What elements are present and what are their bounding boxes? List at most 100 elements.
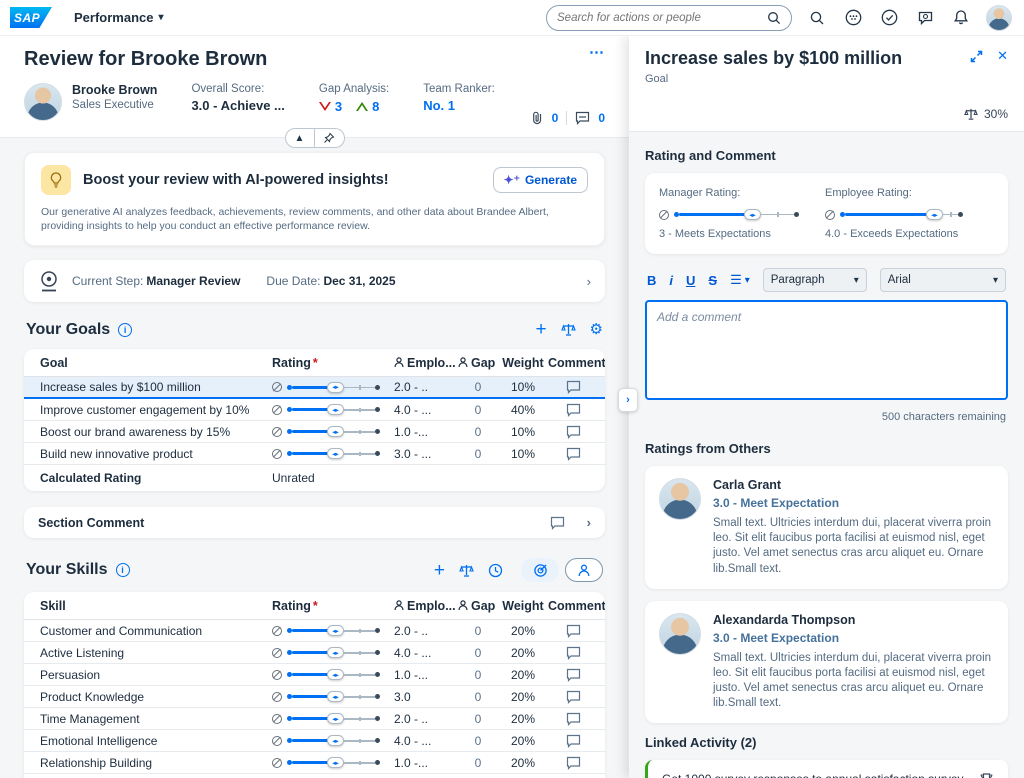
chevron-right-icon[interactable]: › [587,515,591,530]
no-rating-icon[interactable] [272,758,282,768]
comment-input[interactable] [645,300,1008,400]
rating-slider[interactable]: ◂▸ [272,691,394,702]
chevron-right-icon[interactable]: › [598,734,605,748]
no-rating-icon[interactable] [272,736,282,746]
col-weight[interactable]: Weight [498,356,548,370]
paragraph-select[interactable]: Paragraph ▾ [763,268,867,292]
attachment-icon[interactable] [530,110,544,125]
no-rating-icon[interactable] [825,210,835,220]
chevron-right-icon[interactable]: › [587,274,591,289]
slider-handle[interactable]: ◂▸ [327,713,344,724]
person-view-button[interactable] [565,558,603,582]
chevron-right-icon[interactable]: › [598,624,605,638]
feedback-icon[interactable] [914,7,936,29]
comment-icon[interactable] [548,756,598,770]
scale-icon[interactable] [459,563,474,578]
table-row[interactable]: Time Management ◂▸ 2.0 - .. 0 20% › [24,708,605,730]
rating-slider[interactable]: ◂▸ [272,669,394,680]
history-icon[interactable] [488,563,503,578]
col-weight[interactable]: Weight [498,599,548,613]
list-format-button[interactable]: ☰▾ [730,272,750,288]
collapse-header-button[interactable]: ▲ [285,128,315,148]
slider-handle[interactable]: ◂▸ [327,382,344,393]
table-row[interactable]: Improve customer engagement by 10% ◂▸ 4.… [24,399,605,421]
table-row[interactable]: Product Knowledge ◂▸ 3.0 0 20% › [24,686,605,708]
chevron-right-icon[interactable]: › [598,425,605,439]
comment-icon[interactable] [548,668,598,682]
chevron-right-icon[interactable]: › [598,380,605,394]
slider-handle[interactable]: ◂▸ [327,647,344,658]
underline-button[interactable]: U [686,273,695,288]
no-rating-icon[interactable] [272,449,282,459]
rating-slider[interactable]: ◂▸ [272,404,394,415]
gear-icon[interactable]: ⚙ [590,322,603,337]
table-row[interactable]: Emotional Intelligence ◂▸ 4.0 - ... 0 20… [24,730,605,752]
table-row[interactable]: Increase sales by $100 million ◂▸ 2.0 - … [24,377,605,399]
col-goal[interactable]: Goal [40,356,272,370]
add-goal-button[interactable]: + [535,320,546,339]
slider-handle[interactable]: ◂▸ [327,691,344,702]
col-gap[interactable]: Gap [458,356,498,370]
chevron-right-icon[interactable]: › [598,646,605,660]
comment-icon[interactable] [548,447,598,461]
no-rating-icon[interactable] [272,670,282,680]
no-rating-icon[interactable] [272,382,282,392]
manager-rating-slider[interactable]: ◂▸ [659,209,799,220]
col-skill[interactable]: Skill [40,599,272,613]
notifications-bell-icon[interactable] [950,7,972,29]
comment-icon[interactable] [575,111,590,125]
sap-logo[interactable]: SAP [10,7,52,28]
comment-icon[interactable] [548,403,598,417]
slider-handle[interactable]: ◂▸ [327,625,344,636]
info-icon[interactable]: i [116,563,130,577]
slider-handle[interactable]: ◂▸ [327,735,344,746]
comment-icon[interactable] [550,516,565,530]
overflow-menu-button[interactable]: ⋯ [589,48,605,58]
slider-handle[interactable]: ◂▸ [327,448,344,459]
team-ranker-value[interactable]: No. 1 [423,98,495,113]
table-row[interactable]: Persuasion ◂▸ 1.0 -... 0 20% › [24,664,605,686]
target-view-button[interactable] [521,558,559,582]
slider-handle[interactable]: ◂▸ [327,404,344,415]
col-gap[interactable]: Gap [458,599,498,613]
comment-count[interactable]: 0 [598,111,605,125]
todo-check-icon[interactable] [878,7,900,29]
chevron-right-icon[interactable]: › [598,403,605,417]
table-row[interactable]: Build new innovative product ◂▸ 3.0 - ..… [24,443,605,465]
scale-icon[interactable] [561,322,576,337]
current-step-card[interactable]: Current Step:Manager Review Due Date:Dec… [24,260,605,302]
generate-button[interactable]: ✦⁺ Generate [493,167,588,193]
rating-slider[interactable]: ◂▸ [272,426,394,437]
employee-avatar[interactable] [24,83,62,121]
col-rating[interactable]: Rating* [272,356,394,370]
rating-slider[interactable]: ◂▸ [272,757,394,768]
comment-icon[interactable] [548,646,598,660]
slider-handle[interactable]: ◂▸ [327,669,344,680]
section-comment-card[interactable]: Section Comment › [24,507,605,538]
comment-icon[interactable] [548,712,598,726]
expand-panel-button[interactable]: › [618,388,638,412]
global-search[interactable] [546,5,792,31]
no-rating-icon[interactable] [272,626,282,636]
strikethrough-button[interactable]: S [708,273,717,288]
close-icon[interactable]: ✕ [997,48,1008,64]
rating-slider[interactable]: ◂▸ [272,382,394,393]
info-icon[interactable]: i [118,323,132,337]
expand-fullscreen-icon[interactable] [970,50,983,63]
rater-avatar[interactable] [659,478,701,520]
col-comment[interactable]: Comment [548,356,598,370]
slider-handle[interactable]: ◂▸ [327,757,344,768]
bold-button[interactable]: B [647,273,656,288]
rating-slider[interactable]: ◂▸ [272,625,394,636]
table-row[interactable]: Relationship Building ◂▸ 1.0 -... 0 20% … [24,752,605,774]
comment-icon[interactable] [548,690,598,704]
rating-slider[interactable]: ◂▸ [272,647,394,658]
no-rating-icon[interactable] [272,692,282,702]
unpin-icon[interactable] [315,128,345,148]
col-employee[interactable]: Emplo... [394,599,458,613]
search-icon[interactable] [806,7,828,29]
add-skill-button[interactable]: + [434,561,445,580]
comment-icon[interactable] [548,380,598,394]
employee-rating-slider[interactable]: ◂▸ [825,209,963,220]
chevron-right-icon[interactable]: › [598,668,605,682]
